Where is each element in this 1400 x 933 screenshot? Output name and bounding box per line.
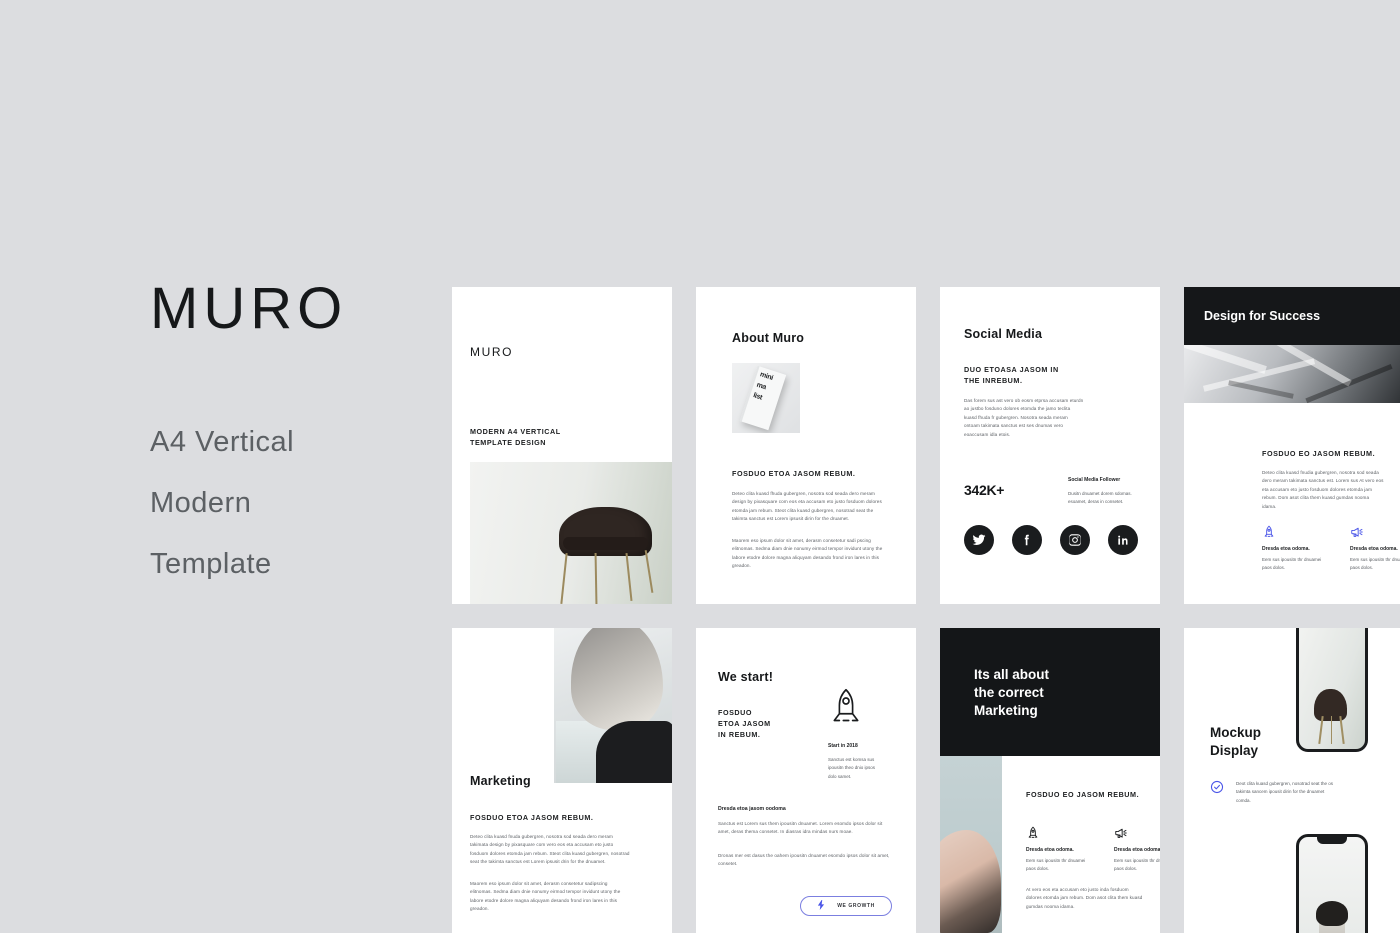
mockup-title: Mockup Display [1210, 725, 1262, 758]
check-circle-icon [1210, 780, 1224, 794]
correct-marketing-feature-1-body: Eem sus ipousitn thr dnuamei paos dolos. [1026, 858, 1086, 871]
rocket-icon [1026, 826, 1040, 840]
correct-marketing-feature-1: Dresda etoa odoma. Eem sus ipousitn thr … [1026, 826, 1088, 873]
design-feature-row: Dresda etoa odoma. Eem sus ipousitn thr … [1262, 525, 1400, 572]
intro-line-3: Template [150, 548, 272, 580]
correct-marketing-header-bar: Its all about the correct Marketing [940, 628, 1160, 756]
design-feature-2: Dresda etoa odoma. Eem sus ipousitn thr … [1350, 525, 1400, 572]
slide-cover[interactable]: MURO MODERN A4 VERTICAL TEMPLATE DESIGN [452, 287, 672, 604]
correct-marketing-feature-row: Dresda etoa odoma. Eem sus ipousitn thr … [1026, 826, 1160, 873]
we-growth-button-label: WE GROWTH [837, 903, 875, 909]
rocket-icon [828, 686, 864, 728]
slide-mockup-display[interactable]: Mockup Display Deot clita kuasd gubergre… [1184, 628, 1400, 933]
about-kicker: FOSDUO ETOA JASOM REBUM. [732, 469, 856, 478]
about-title: About Muro [732, 331, 805, 345]
design-feature-1: Dresda etoa odoma. Eem sus ipousitn thr … [1262, 525, 1324, 572]
intro-line-1: A4 Vertical [150, 426, 295, 458]
we-start-kicker: FOSDUO ETOA JASOM IN REBUM. [718, 708, 771, 739]
presentation-preview: MURO A4 Vertical Modern Template MURO MO… [0, 0, 1400, 933]
slide-marketing[interactable]: Marketing FOSDUO ETOA JASOM REBUM. Deteo… [452, 628, 672, 933]
marketing-title: Marketing [470, 774, 531, 788]
design-feature-1-heading: Dresda etoa odoma. [1262, 546, 1310, 552]
intro-panel: MURO A4 Vertical Modern Template [150, 280, 430, 611]
design-body: Deteo clita kuasd fnudia gubergren, noso… [1262, 470, 1384, 509]
mockup-bullet: Deot clita kuasd gubergren, nosotrad sea… [1210, 780, 1334, 805]
marketing-portrait-image [554, 628, 672, 783]
slide-social-media[interactable]: Social Media DUO ETOASA JASOM IN THE INR… [940, 287, 1160, 604]
correct-marketing-feature-2-body: Eem sus ipousitn thr dnuamei paos dolos. [1114, 858, 1160, 871]
marketing-paragraph-2: Maorem eso ipsum dolor sit amet, derasm … [470, 881, 621, 912]
we-start-title: We start! [718, 670, 774, 684]
design-header-bar: Design for Success [1184, 287, 1400, 345]
facebook-icon[interactable] [1012, 525, 1042, 555]
twitter-icon[interactable] [964, 525, 994, 555]
cover-chair-image [470, 462, 672, 604]
we-growth-button[interactable]: WE GROWTH [800, 896, 892, 916]
follower-body: Dusitn dnuamet dorem sdomas. esoamet, de… [1068, 491, 1132, 505]
correct-marketing-body: At vero eos eta accusam eto justo inda f… [1026, 887, 1143, 909]
about-paragraph-2: Maorem eso ipsum dolor sit amet, derasm … [732, 538, 883, 569]
social-kicker: DUO ETOASA JASOM IN THE INREBUM. [964, 365, 1059, 385]
cover-title: MURO [470, 345, 514, 359]
cover-subtitle: MODERN A4 VERTICAL TEMPLATE DESIGN [470, 427, 561, 447]
brand-logo: MURO [150, 276, 348, 341]
design-feature-2-body: Eem sus ipousitn thr dnuamei paos dolos. [1350, 557, 1400, 570]
megaphone-icon [1350, 525, 1364, 539]
linkedin-icon[interactable] [1108, 525, 1138, 555]
lightning-bolt-icon [817, 897, 825, 915]
social-icon-row [964, 525, 1138, 555]
we-start-paragraph-1: Sanctus est Lorem sus them ipousitn dnua… [718, 821, 883, 835]
about-book-image: mini ma list [732, 363, 800, 433]
slide-row-1: MURO MODERN A4 VERTICAL TEMPLATE DESIGN … [452, 287, 1400, 604]
slide-grid: MURO MODERN A4 VERTICAL TEMPLATE DESIGN … [452, 287, 1400, 933]
correct-marketing-header-title: Its all about the correct Marketing [974, 667, 1050, 719]
design-feature-2-heading: Dresda etoa odoma. [1350, 546, 1398, 552]
slide-we-start[interactable]: We start! FOSDUO ETOA JASOM IN REBUM. St… [696, 628, 916, 933]
slide-row-2: Marketing FOSDUO ETOA JASOM REBUM. Deteo… [452, 628, 1400, 933]
intro-line-2: Modern [150, 487, 252, 519]
we-start-feature-body: Sanctus est komsa sus ipousitn theo dnio… [828, 757, 876, 779]
design-header-title: Design for Success [1204, 309, 1321, 323]
rocket-icon [1262, 525, 1276, 539]
intro-subtitle: A4 Vertical Modern Template [150, 428, 430, 579]
slide-about[interactable]: About Muro mini ma list FOSDUO ETOA JASO… [696, 287, 916, 604]
we-start-feature-heading: Start in 2018 [828, 743, 858, 749]
phone-mockup-plant [1296, 834, 1368, 933]
design-kicker: FOSDUO EO JASOM REBUM. [1262, 449, 1376, 458]
design-architecture-image [1184, 345, 1400, 403]
follower-heading: Social Media Follower [1068, 477, 1121, 483]
phone-mockup-chair [1296, 628, 1368, 752]
slide-correct-marketing[interactable]: Its all about the correct Marketing FOSD… [940, 628, 1160, 933]
social-title: Social Media [964, 327, 1043, 341]
we-start-lead: Dresda etoa jasom oodoma [718, 806, 786, 812]
instagram-icon[interactable] [1060, 525, 1090, 555]
design-feature-1-body: Eem sus ipousitn thr dnuamei paos dolos. [1262, 557, 1322, 570]
correct-marketing-portrait-image [940, 756, 1002, 933]
megaphone-icon [1114, 826, 1128, 840]
we-start-paragraph-2: Dronas mer est dasus the oahem ipousitn … [718, 853, 890, 867]
follower-count: 342K+ [964, 482, 1005, 498]
correct-marketing-feature-2: Dresda etoa odoma. Eem sus ipousitn thr … [1114, 826, 1160, 873]
social-body: Das forem sus ast vero ob eosm etprsa ac… [964, 398, 1084, 437]
correct-marketing-feature-2-heading: Dresda etoa odoma. [1114, 847, 1160, 853]
marketing-kicker: FOSDUO ETOA JASOM REBUM. [470, 813, 594, 822]
marketing-paragraph-1: Deteo clita kuasd fnuda gubergren, nosot… [470, 834, 630, 865]
mockup-bullet-text: Deot clita kuasd gubergren, nosotrad sea… [1236, 781, 1334, 803]
correct-marketing-kicker: FOSDUO EO JASOM REBUM. [1026, 790, 1140, 799]
slide-design-for-success[interactable]: Design for Success FOSDUO EO JASOM REBUM… [1184, 287, 1400, 604]
about-paragraph-1: Deteo clita kuasd fhuda gubergren, nosot… [732, 491, 882, 522]
correct-marketing-feature-1-heading: Dresda etoa odoma. [1026, 847, 1074, 853]
